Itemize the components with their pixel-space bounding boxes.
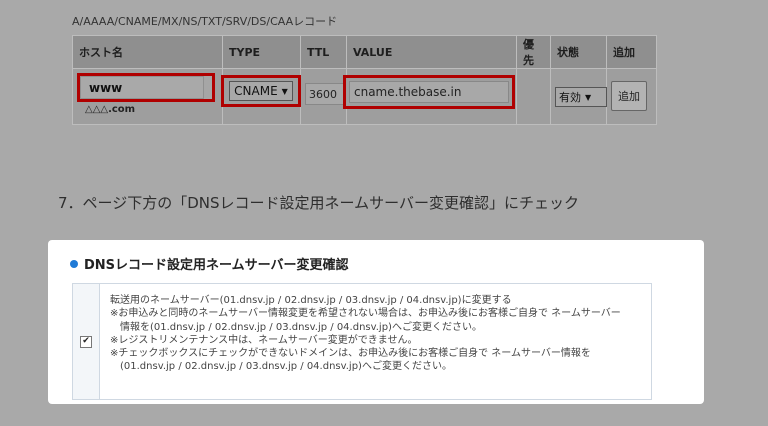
col-status: 状態	[550, 35, 607, 69]
type-select[interactable]: CNAME ▼	[229, 81, 293, 101]
col-type: TYPE	[222, 35, 301, 69]
checkmark-icon: ✔	[82, 336, 90, 346]
priority-cell	[516, 68, 551, 125]
checkbox-cell: ✔	[73, 284, 100, 399]
value-input-highlight: cname.thebase.in	[343, 75, 515, 109]
col-add: 追加	[606, 35, 657, 69]
col-host: ホスト名	[72, 35, 223, 69]
value-input[interactable]: cname.thebase.in	[349, 81, 509, 103]
nameserver-change-checkbox[interactable]: ✔	[80, 335, 92, 348]
add-button[interactable]: 追加	[611, 81, 647, 111]
table-header-row: ホスト名 TYPE TTL VALUE 優先 状態 追加	[72, 35, 657, 69]
confirm-line: ※レジストリメンテナンス中は、ネームサーバー変更ができません。	[110, 334, 418, 346]
value-text: cname.thebase.in	[354, 85, 462, 99]
type-select-highlight: CNAME ▼	[221, 75, 301, 107]
confirm-notes: 転送用のネームサーバー(01.dnsv.jp / 02.dnsv.jp / 03…	[100, 284, 621, 399]
table-row: www △△△.com CNAME ▼ 3600 cname.thebase.i…	[72, 68, 657, 125]
confirm-title: DNSレコード設定用ネームサーバー変更確認	[70, 254, 349, 273]
dropdown-arrow-icon: ▼	[281, 86, 288, 96]
host-input[interactable]: www	[80, 76, 204, 99]
col-ttl: TTL	[300, 35, 347, 69]
confirm-line: (01.dnsv.jp / 02.dnsv.jp / 03.dnsv.jp / …	[120, 361, 452, 373]
host-input-highlight: www	[77, 73, 215, 102]
confirm-line: ※チェックボックスにチェックができないドメインは、お申込み後にお客様ご自身で ネ…	[110, 348, 591, 360]
status-value: 有効	[559, 91, 581, 104]
record-section-title: A/AAAA/CNAME/MX/NS/TXT/SRV/DS/CAAレコード	[72, 15, 338, 28]
dns-record-table: ホスト名 TYPE TTL VALUE 優先 状態 追加 www △△△.com	[72, 35, 657, 125]
ttl-input[interactable]: 3600	[305, 83, 344, 105]
ttl-value: 3600	[309, 87, 337, 101]
confirm-line: 情報を(01.dnsv.jp / 02.dnsv.jp / 03.dnsv.jp…	[120, 321, 482, 333]
confirm-line: ※お申込みと同時のネームサーバー情報変更を希望されない場合は、お申込み後にお客様…	[110, 308, 621, 320]
nameserver-confirm-card: DNSレコード設定用ネームサーバー変更確認 ✔ 転送用のネームサーバー(01.d…	[48, 240, 704, 404]
confirm-option-box: ✔ 転送用のネームサーバー(01.dnsv.jp / 02.dnsv.jp / …	[72, 283, 652, 400]
confirm-line: 転送用のネームサーバー(01.dnsv.jp / 02.dnsv.jp / 03…	[110, 295, 512, 306]
domain-suffix: △△△.com	[85, 104, 136, 115]
confirm-title-text: DNSレコード設定用ネームサーバー変更確認	[84, 258, 349, 273]
step-instruction: 7．ページ下方の「DNSレコード設定用ネームサーバー変更確認」にチェック	[58, 194, 579, 212]
dropdown-arrow-icon: ▼	[585, 92, 592, 102]
status-select[interactable]: 有効 ▼	[555, 87, 607, 107]
bullet-dot-icon	[70, 259, 78, 268]
col-value: VALUE	[346, 35, 517, 69]
type-value: CNAME	[234, 84, 278, 98]
col-priority: 優先	[516, 35, 551, 69]
host-value: www	[89, 80, 123, 95]
